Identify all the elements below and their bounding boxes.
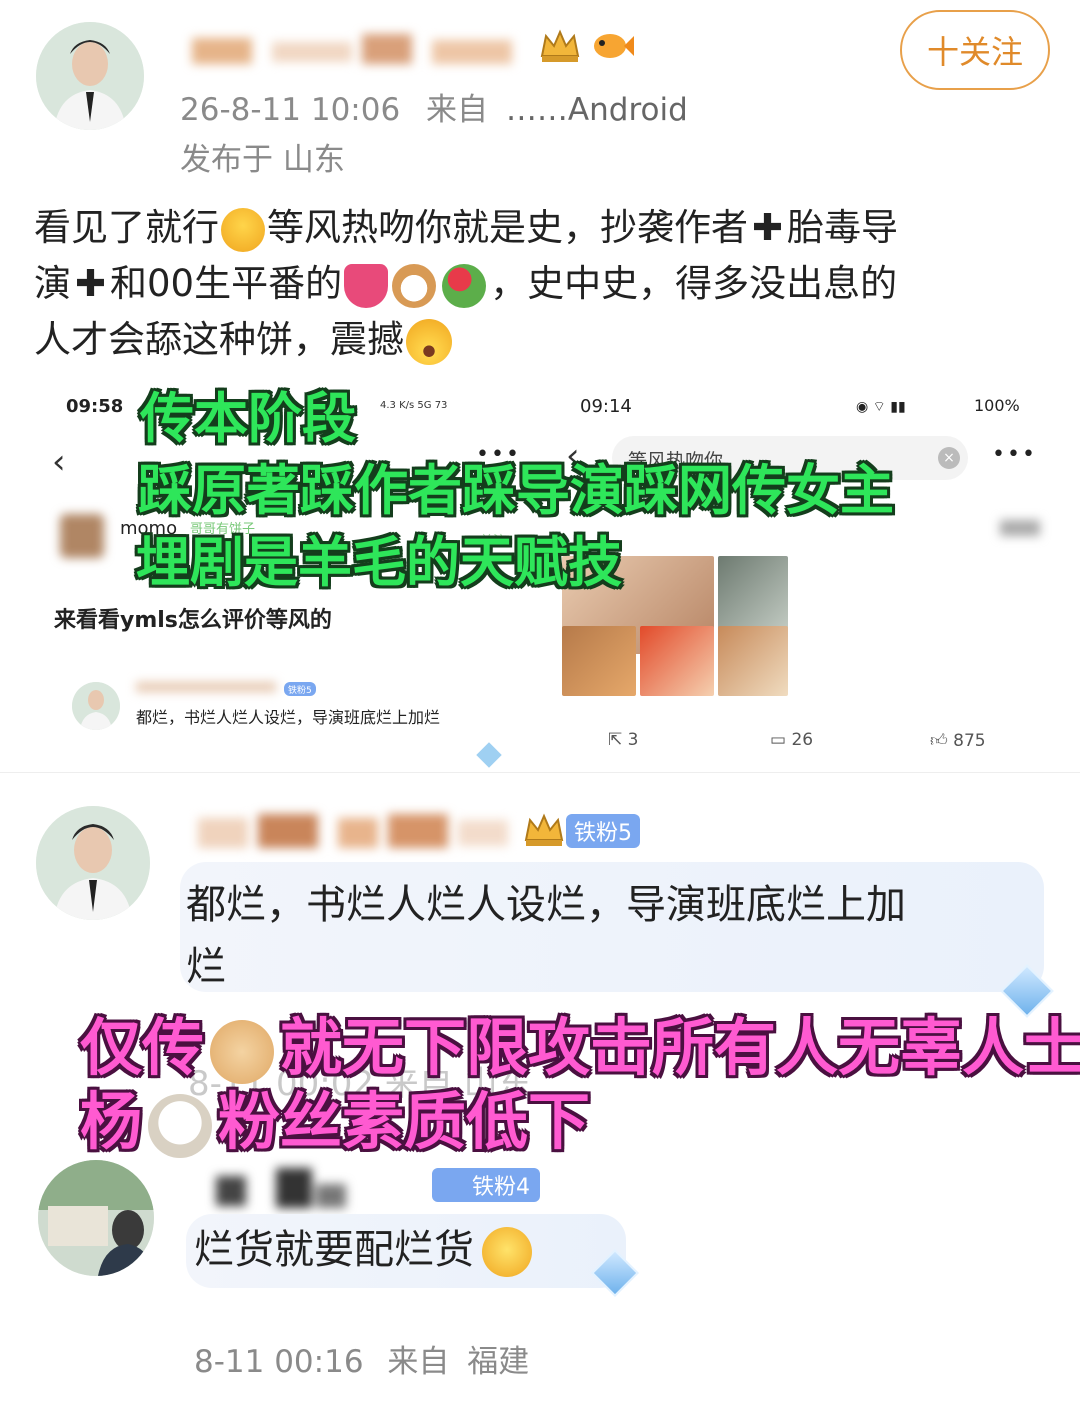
- biscuit-emoji-icon: [210, 1019, 275, 1084]
- left-user-avatar[interactable]: [60, 514, 104, 558]
- crown-icon: [522, 810, 566, 850]
- more-icon[interactable]: •••: [992, 442, 1037, 467]
- comment2-source-prefix: 来自: [387, 1344, 450, 1380]
- comment2-username-blurred[interactable]: [196, 1164, 436, 1214]
- post-body-line1c: 胎毒导: [787, 206, 899, 249]
- comment2-meta: 8-11 00:16 来自 福建: [194, 1336, 529, 1381]
- overlay-green-line1: 传本阶段: [140, 387, 356, 450]
- left-comment-avatar[interactable]: [72, 682, 120, 730]
- search-clear-icon[interactable]: ×: [938, 447, 960, 469]
- overlay-green-line3: 埋剧是羊毛的天赋技: [136, 531, 622, 594]
- post-timestamp: 26-8-11 10:06: [180, 92, 401, 128]
- photo-4[interactable]: [640, 626, 714, 696]
- left-comment-text: 都烂，书烂人烂人设烂，导演班底烂上加烂: [136, 708, 441, 727]
- post-source-prefix: 来自: [426, 92, 489, 128]
- comment-icon: ▭: [770, 730, 787, 750]
- photo-3[interactable]: [562, 626, 636, 696]
- comment-count: 26: [791, 730, 814, 750]
- photo-5[interactable]: [718, 626, 788, 696]
- divider: [0, 772, 1080, 773]
- post-meta: 26-8-11 10:06 来自 ……Android: [180, 84, 688, 129]
- smirk-emoji-icon: [482, 1227, 532, 1277]
- left-post-text: 来看看ymls怎么评价等风的: [54, 608, 332, 633]
- comment2-text: 烂货就要配烂货: [194, 1227, 474, 1273]
- left-comment-user: [136, 682, 276, 692]
- comment2-avatar[interactable]: [38, 1160, 154, 1276]
- plus-icon: ✚: [75, 262, 107, 305]
- crown-icon: [538, 26, 582, 66]
- comment-action[interactable]: ▭ 26: [770, 730, 813, 750]
- tongue-emoji-icon: [344, 263, 389, 308]
- comment1-avatar[interactable]: [36, 806, 150, 920]
- right-status-icons: ◉ ⌔ ▮▮: [856, 399, 906, 415]
- post-body-line1b: 等风热吻你就是史，抄袭作者: [267, 206, 748, 249]
- overlay-pink-line1a: 仅传: [80, 1011, 205, 1084]
- like-action[interactable]: 👍︎ 875: [930, 730, 986, 751]
- comment2-location: 福建: [467, 1344, 530, 1380]
- post-body-line3a: 人才会舔这种饼，震撼: [34, 318, 404, 361]
- like-count: 875: [953, 731, 986, 751]
- post-body-line1a: 看见了就行: [34, 206, 219, 249]
- left-status-time: 09:58: [66, 396, 124, 417]
- bouquet-emoji-icon: [442, 263, 487, 308]
- post-body-line2a: 演: [34, 262, 71, 305]
- right-status-time: 09:14: [580, 396, 632, 417]
- post-body-line2b: 和00生平番的: [110, 262, 343, 305]
- left-status-text: 4.3 K/s 5G 73: [380, 399, 448, 411]
- repost-action[interactable]: ⇱ 3: [608, 730, 638, 750]
- left-comment-badge: 铁粉5: [284, 682, 316, 696]
- post-body: 看见了就行 等风热吻你就是史，抄袭作者 ✚ 胎毒导 演 ✚ 和00生平番的 ，史中史，得多没…: [34, 200, 1044, 368]
- comment2-text-row: 烂货就要配烂货: [194, 1222, 532, 1278]
- post-source[interactable]: ……Android: [506, 92, 688, 128]
- comment1-text-line1: 都烂，书烂人烂人设烂，导演班底烂上加: [186, 882, 906, 928]
- overlay-pink-line2: 杨 粉丝素质低下: [80, 1086, 590, 1158]
- overlay-pink-line1b: 就无下限攻击所有人无辜人士: [280, 1011, 1080, 1084]
- yawn-emoji-icon: [221, 207, 265, 252]
- comment1-text-line2: 烂: [186, 944, 226, 990]
- author-avatar[interactable]: [36, 22, 144, 130]
- comment1-text: 都烂，书烂人烂人设烂，导演班底烂上加 烂: [186, 874, 906, 998]
- post-location: 发布于 山东: [180, 142, 345, 178]
- fish-icon: [590, 26, 634, 66]
- overlay-pink-line2a: 杨: [80, 1085, 143, 1158]
- right-status-battery: 100%: [974, 396, 1020, 415]
- repost-icon: ⇱: [608, 730, 623, 750]
- overlay-green-line2: 踩原著踩作者踩导演踩网传女主: [138, 459, 894, 522]
- overlay-pink-line1: 仅传 就无下限攻击所有人无辜人士: [80, 1012, 1080, 1084]
- comment2-fan-badge: 铁粉4: [432, 1168, 540, 1202]
- post-body-line2c: ，史中史，得多没出息的: [490, 262, 898, 305]
- username-blurred[interactable]: [182, 30, 522, 70]
- like-icon: 👍︎: [930, 731, 948, 751]
- blurred-element: [1000, 520, 1040, 536]
- comment2-timestamp: 8-11 00:16: [194, 1344, 364, 1380]
- repost-count: 3: [627, 730, 639, 750]
- comment1-fan-badge: 铁粉5: [566, 814, 640, 848]
- sheep-emoji-icon: [148, 1093, 213, 1158]
- dog-emoji-icon: [392, 263, 437, 308]
- shocked-emoji-icon: [406, 318, 452, 365]
- back-arrow-icon[interactable]: ‹: [52, 442, 66, 482]
- plus-icon: ✚: [752, 206, 784, 249]
- comment1-username-blurred[interactable]: [188, 810, 508, 854]
- overlay-pink-line2b: 粉丝素质低下: [218, 1085, 591, 1158]
- diamond-icon: [476, 742, 502, 768]
- follow-button[interactable]: 十关注: [900, 10, 1050, 90]
- left-status-icons: 4.3 K/s 5G 73: [380, 394, 500, 416]
